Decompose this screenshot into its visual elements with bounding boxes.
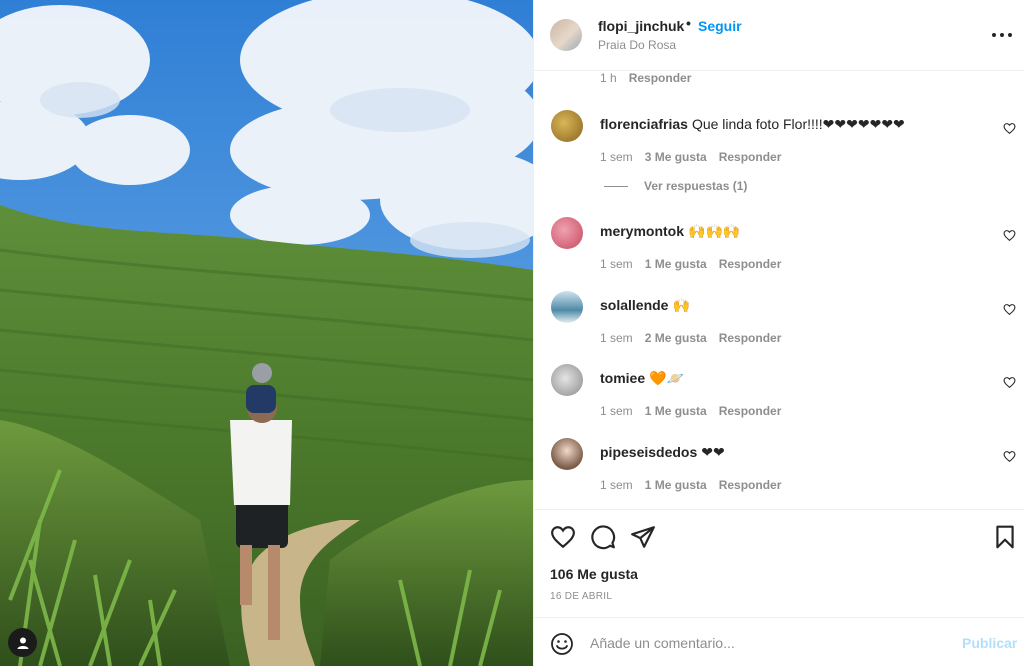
comment-time: 1 sem	[600, 478, 633, 492]
comment-username[interactable]: pipeseisdedos	[600, 444, 697, 460]
add-comment-bar: Publicar	[534, 617, 1024, 666]
comment-meta: 1 sem 1 Me gusta Responder	[600, 478, 781, 492]
comment-item: tomiee 🧡🪐 1 sem 1 Me gusta Responder	[534, 364, 1024, 430]
like-comment-heart-icon[interactable]	[1003, 303, 1016, 316]
comment-meta: 1 sem 3 Me gusta Responder	[600, 150, 781, 164]
header-separator: •	[686, 15, 691, 31]
comment-text: 🧡🪐	[649, 370, 684, 386]
author-avatar[interactable]	[550, 19, 582, 51]
post-side-panel: flopi_jinchuk • Seguir Praia Do Rosa 1 h…	[533, 0, 1024, 666]
caption-time: 1 h	[600, 71, 617, 85]
comment-time: 1 sem	[600, 257, 633, 271]
comment-text: 🙌	[672, 297, 690, 313]
comment-text: Que linda foto Flor!!!!❤❤❤❤❤❤❤	[691, 116, 905, 132]
post-location[interactable]: Praia Do Rosa	[598, 38, 676, 52]
comment-reply-button[interactable]: Responder	[719, 478, 782, 492]
comment-likes[interactable]: 1 Me gusta	[645, 257, 707, 271]
comment-reply-button[interactable]: Responder	[719, 404, 782, 418]
comment-likes[interactable]: 1 Me gusta	[645, 478, 707, 492]
comment-username[interactable]: florenciafrias	[600, 116, 688, 132]
comment-reply-button[interactable]: Responder	[719, 331, 782, 345]
comment-text: 🙌🙌🙌	[688, 223, 741, 239]
comment-time: 1 sem	[600, 404, 633, 418]
share-paper-plane-icon[interactable]	[630, 524, 656, 550]
comment-meta: 1 sem 1 Me gusta Responder	[600, 257, 781, 271]
post-date: 16 DE ABRIL	[550, 591, 613, 602]
comment-item: merymontok 🙌🙌🙌 1 sem 1 Me gusta Responder	[534, 217, 1024, 283]
comment-avatar[interactable]	[551, 438, 583, 470]
comment-meta: 1 sem 2 Me gusta Responder	[600, 331, 781, 345]
emoji-smiley-icon[interactable]	[550, 632, 574, 656]
hiking-photo	[0, 0, 533, 666]
like-comment-heart-icon[interactable]	[1003, 450, 1016, 463]
comment-avatar[interactable]	[551, 217, 583, 249]
like-comment-heart-icon[interactable]	[1003, 229, 1016, 242]
comment-bubble-icon[interactable]	[590, 524, 616, 550]
comment-reply-button[interactable]: Responder	[719, 150, 782, 164]
user-icon	[17, 637, 28, 649]
comment-item: florenciafrias Que linda foto Flor!!!!❤❤❤…	[534, 110, 1024, 176]
comment-item: solallende 🙌 1 sem 2 Me gusta Responder	[534, 291, 1024, 357]
author-username[interactable]: flopi_jinchuk	[598, 18, 684, 34]
comment-text: ❤❤	[701, 444, 725, 460]
comment-reply-button[interactable]: Responder	[719, 257, 782, 271]
view-replies-button[interactable]: Ver respuestas (1)	[604, 179, 747, 193]
comment-avatar[interactable]	[551, 364, 583, 396]
comment-username[interactable]: solallende	[600, 297, 668, 313]
like-comment-heart-icon[interactable]	[1003, 376, 1016, 389]
like-comment-heart-icon[interactable]	[1003, 122, 1016, 135]
post-photo[interactable]	[0, 0, 533, 666]
comment-likes[interactable]: 1 Me gusta	[645, 404, 707, 418]
comments-list[interactable]: 1 h Responder florenciafrias Que linda fo…	[534, 71, 1024, 509]
like-heart-icon[interactable]	[550, 524, 576, 550]
caption-meta: 1 h Responder	[600, 71, 691, 85]
comment-likes[interactable]: 2 Me gusta	[645, 331, 707, 345]
publish-button[interactable]: Publicar	[962, 635, 1017, 651]
comment-username[interactable]: tomiee	[600, 370, 645, 386]
comment-avatar[interactable]	[551, 291, 583, 323]
save-bookmark-icon[interactable]	[992, 524, 1018, 550]
replies-divider-line	[604, 185, 628, 187]
comment-likes[interactable]: 3 Me gusta	[645, 150, 707, 164]
comment-time: 1 sem	[600, 150, 633, 164]
comment-username[interactable]: merymontok	[600, 223, 684, 239]
comment-avatar[interactable]	[551, 110, 583, 142]
caption-reply-button[interactable]: Responder	[629, 71, 692, 85]
comment-input[interactable]	[590, 630, 940, 656]
post-likes-count[interactable]: 106 Me gusta	[550, 566, 638, 582]
more-options-icon[interactable]	[992, 30, 1012, 40]
view-replies-label: Ver respuestas (1)	[644, 179, 748, 193]
follow-button[interactable]: Seguir	[698, 18, 742, 34]
comment-meta: 1 sem 1 Me gusta Responder	[600, 404, 781, 418]
post-actions: 106 Me gusta 16 DE ABRIL	[534, 509, 1024, 617]
post-header: flopi_jinchuk • Seguir Praia Do Rosa	[534, 0, 1024, 71]
comment-time: 1 sem	[600, 331, 633, 345]
tagged-users-button[interactable]	[8, 628, 37, 657]
comment-item: pipeseisdedos ❤❤ 1 sem 1 Me gusta Respond…	[534, 438, 1024, 504]
